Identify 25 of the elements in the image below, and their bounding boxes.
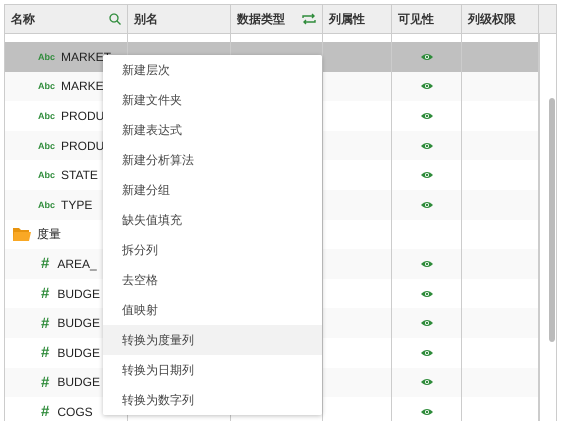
text-type-icon: Abc bbox=[38, 81, 56, 92]
field-name: MARKET bbox=[61, 50, 112, 64]
number-type-icon: # bbox=[41, 404, 50, 420]
field-name: 度量 bbox=[37, 226, 61, 243]
field-name: STATE bbox=[61, 168, 98, 182]
field-name: BUDGE bbox=[57, 286, 100, 301]
text-type-icon: Abc bbox=[38, 110, 56, 121]
field-name: BUDGE bbox=[57, 316, 100, 330]
number-type-icon: # bbox=[41, 316, 50, 331]
field-name: AREA_ bbox=[57, 256, 97, 271]
field-name: BUDGE bbox=[57, 346, 100, 360]
text-type-icon: Abc bbox=[38, 200, 56, 210]
field-name: BUDGE bbox=[57, 375, 100, 390]
number-type-icon: # bbox=[41, 345, 50, 360]
field-name: PRODU bbox=[61, 138, 104, 153]
number-type-icon: # bbox=[41, 256, 50, 272]
text-type-icon: Abc bbox=[38, 170, 56, 180]
number-type-icon: # bbox=[41, 286, 50, 302]
field-name: PRODU bbox=[61, 108, 104, 123]
text-type-icon: Abc bbox=[38, 52, 56, 62]
number-type-icon: # bbox=[41, 374, 50, 390]
field-name: MARKE bbox=[61, 79, 104, 94]
text-type-icon: Abc bbox=[38, 140, 56, 151]
field-name: COGS bbox=[57, 404, 93, 419]
field-name: TYPE bbox=[61, 198, 92, 212]
